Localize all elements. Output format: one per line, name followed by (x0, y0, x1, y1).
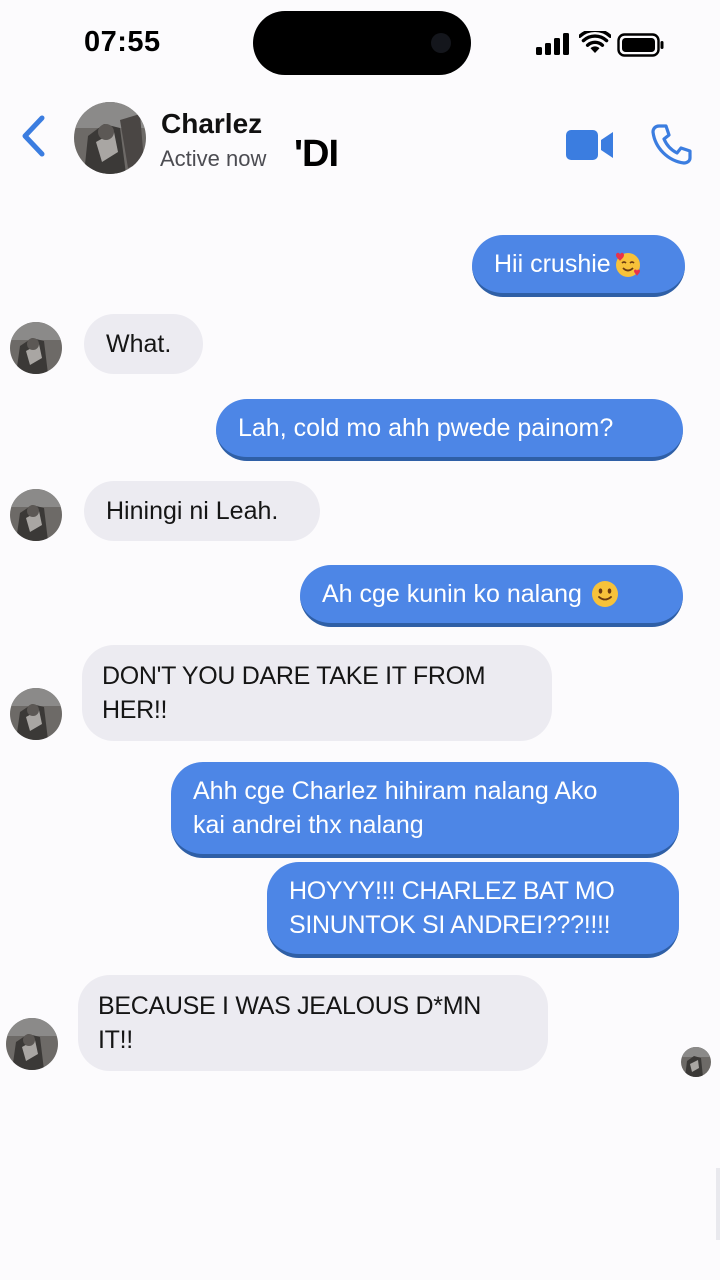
sender-avatar[interactable] (10, 688, 62, 740)
message-line: HOYYY!!! CHARLEZ BAT MO (289, 877, 615, 905)
front-camera (431, 33, 451, 53)
active-status: Active now (160, 146, 267, 171)
message-line: SINUNTOK SI ANDREI???!!!! (289, 911, 611, 939)
message-text: What. (106, 330, 172, 358)
video-call-icon[interactable] (565, 128, 615, 162)
message-bubble-incoming[interactable]: Hiningi ni Leah. (84, 481, 320, 541)
contact-name[interactable]: Charlez (161, 108, 262, 140)
signal-icon (536, 33, 569, 55)
battery-icon (617, 33, 664, 57)
overlay-caption: 'DI (294, 133, 339, 175)
message-text: Ah cge kunin ko nalang (322, 580, 582, 608)
message-line: kai andrei thx nalang (193, 811, 424, 839)
message-bubble-incoming[interactable]: What. (84, 314, 203, 374)
message-line: DON'T YOU DARE TAKE IT FROM (102, 662, 486, 690)
sender-avatar[interactable] (6, 1018, 58, 1070)
contact-avatar[interactable] (74, 102, 146, 174)
message-bubble-outgoing[interactable]: HOYYY!!! CHARLEZ BAT MO SINUNTOK SI ANDR… (267, 862, 679, 958)
wifi-icon (579, 31, 611, 53)
phone-icon[interactable] (650, 122, 694, 166)
slightly-smiling-face-icon (591, 581, 618, 607)
message-line: IT!! (98, 1026, 133, 1054)
message-bubble-outgoing[interactable]: Hii crushie (472, 235, 685, 297)
message-text: Hii crushie (494, 250, 611, 278)
message-bubble-incoming[interactable]: DON'T YOU DARE TAKE IT FROM HER!! (82, 645, 552, 741)
status-bar: 07:55 (0, 0, 720, 90)
message-line: Ahh cge Charlez hihiram nalang Ako (193, 777, 598, 805)
message-text: Hiningi ni Leah. (106, 497, 279, 525)
chat-header: Charlez Active now 'DI (0, 90, 720, 200)
message-line: BECAUSE I WAS JEALOUS D*MN (98, 992, 482, 1020)
message-bubble-incoming[interactable]: BECAUSE I WAS JEALOUS D*MN IT!! (78, 975, 548, 1071)
sender-avatar[interactable] (10, 489, 62, 541)
status-time: 07:55 (84, 26, 161, 58)
dynamic-island (253, 11, 471, 75)
back-chevron-icon[interactable] (16, 110, 50, 162)
message-bubble-outgoing[interactable]: Lah, cold mo ahh pwede painom? (216, 399, 683, 461)
scroll-indicator (716, 1168, 720, 1240)
message-line: HER!! (102, 696, 168, 724)
message-bubble-outgoing[interactable]: Ahh cge Charlez hihiram nalang Ako kai a… (171, 762, 679, 858)
sender-avatar[interactable] (10, 322, 62, 374)
smiling-face-with-hearts-icon (615, 252, 640, 277)
message-bubble-outgoing[interactable]: Ah cge kunin ko nalang (300, 565, 683, 627)
message-text: Lah, cold mo ahh pwede painom? (238, 414, 614, 442)
seen-receipt-avatar (681, 1047, 711, 1077)
